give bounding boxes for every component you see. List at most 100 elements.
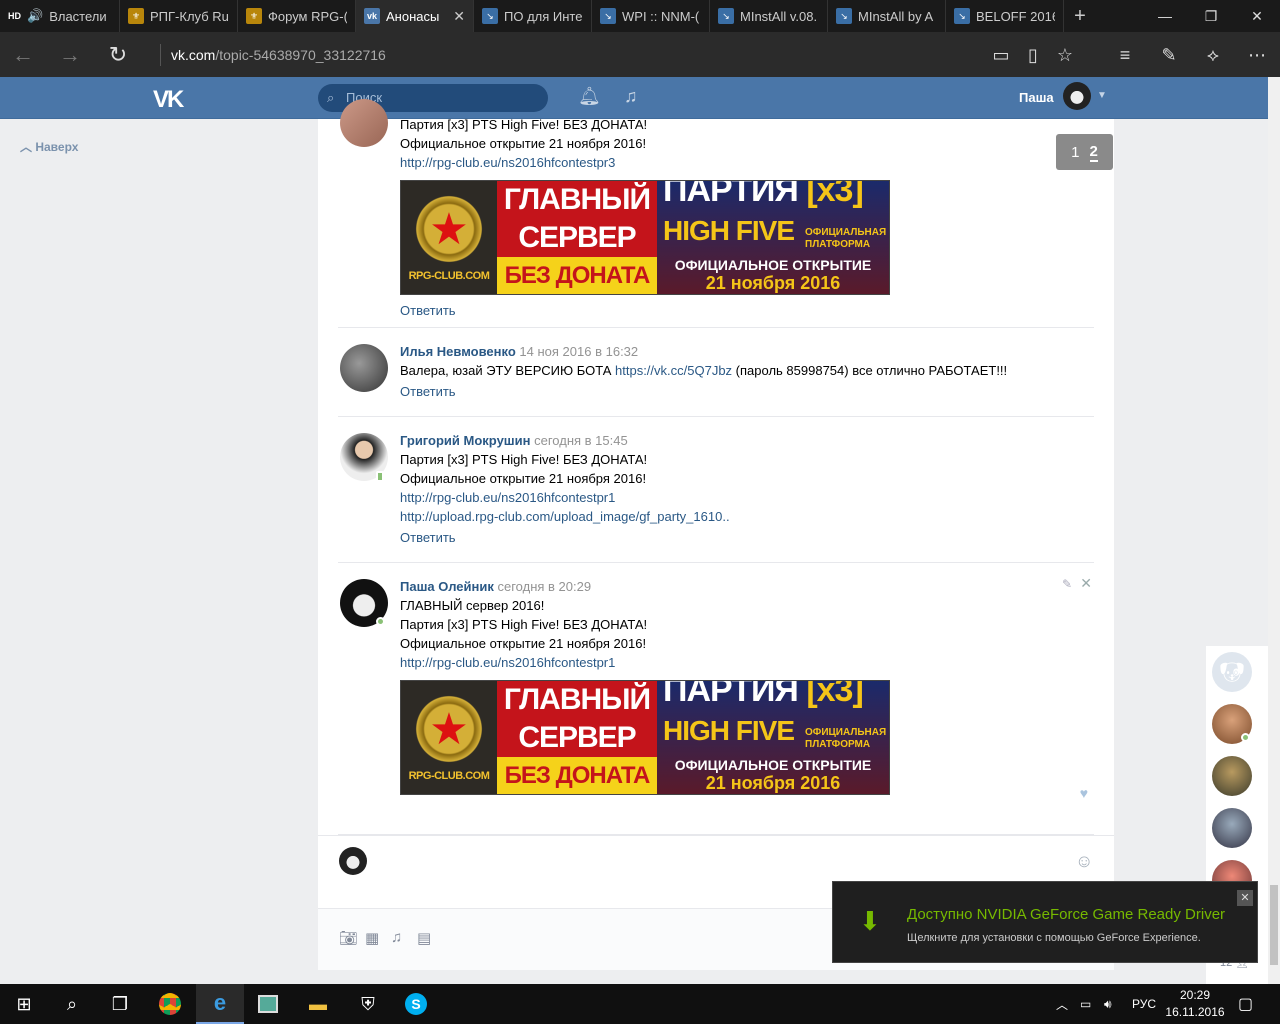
url-field[interactable]: vk.com/topic-54638970_33122716 xyxy=(160,44,920,66)
volume-icon[interactable]: 🔊︎ xyxy=(1104,984,1112,1024)
new-tab-button[interactable]: + xyxy=(1064,5,1096,28)
minimize-button[interactable]: — xyxy=(1142,0,1188,32)
skype-icon[interactable]: S xyxy=(392,984,440,1024)
chevron-down-icon[interactable]: ▼ xyxy=(1097,90,1107,101)
banner-line: СЕРВЕР xyxy=(518,221,636,254)
back-button[interactable]: ← xyxy=(8,40,38,70)
tab-title: MInstAll v.08. xyxy=(740,8,818,24)
browser-tab[interactable]: ↘ WPI :: NNM-( xyxy=(592,0,710,32)
emoji-icon[interactable]: ☺ xyxy=(1075,851,1093,872)
friend-avatar[interactable] xyxy=(1212,756,1252,796)
comment-link[interactable]: http://upload.rpg-club.com/upload_image/… xyxy=(400,507,1090,526)
app-window-icon[interactable] xyxy=(244,984,292,1024)
comment-link[interactable]: https://vk.cc/5Q7Jbz xyxy=(615,363,732,378)
reply-link[interactable]: Ответить xyxy=(400,301,1090,320)
browser-tab[interactable]: ↘ BELOFF 2016. xyxy=(946,0,1064,32)
tab-title: BELOFF 2016. xyxy=(976,8,1055,24)
comment-post: Партия [x3] PTS High Five! БЕЗ ДОНАТА! О… xyxy=(338,99,1094,328)
close-window-button[interactable]: ✕ xyxy=(1234,0,1280,32)
banner-date: 21 ноября 2016 xyxy=(705,773,841,793)
star-emblem-icon: ★ xyxy=(411,691,487,767)
camera-icon[interactable]: 📷︎ xyxy=(339,929,358,947)
reading-view-icon[interactable]: ▭ xyxy=(988,42,1014,68)
music-note-icon[interactable]: ♫ xyxy=(391,929,402,946)
star-emblem-icon: ★ xyxy=(411,191,487,267)
friend-avatar[interactable] xyxy=(1212,808,1252,848)
maximize-button[interactable]: ❐ xyxy=(1188,0,1234,32)
nvidia-notification[interactable]: ⬇ Доступно NVIDIA GeForce Game Ready Dri… xyxy=(832,881,1258,963)
comment-author[interactable]: Паша Олейник xyxy=(400,579,494,594)
book-icon[interactable]: ▯ xyxy=(1020,42,1046,68)
forward-button[interactable]: → xyxy=(55,40,85,70)
page-current[interactable]: 2 xyxy=(1089,143,1098,162)
app-shield-icon[interactable]: ⛨ xyxy=(344,984,392,1024)
hd-badge: HD xyxy=(8,11,21,21)
reply-link[interactable]: Ответить xyxy=(400,528,1090,547)
comment-author[interactable]: Григорий Мокрушин xyxy=(400,433,530,448)
web-note-icon[interactable]: ✎ xyxy=(1156,42,1182,68)
favorite-star-icon[interactable]: ☆ xyxy=(1052,42,1078,68)
download-icon: ↘ xyxy=(718,8,734,24)
chat-bot-icon[interactable]: 🐶︎ xyxy=(1212,652,1252,692)
tab-title: ПО для Инте xyxy=(504,8,583,24)
vk-logo[interactable]: VK xyxy=(153,86,184,114)
comment-link[interactable]: http://rpg-club.eu/ns2016hfcontestpr1 xyxy=(400,655,615,670)
promo-banner-image[interactable]: ★ RPG-CLUB.COM ГЛАВНЫЙ СЕРВЕР БЕЗ ДОНАТА … xyxy=(400,180,890,295)
share-icon[interactable]: ⟡ xyxy=(1200,42,1226,68)
comment-date[interactable]: сегодня в 15:45 xyxy=(534,433,628,448)
like-heart-icon[interactable]: ♥ xyxy=(1080,785,1088,801)
close-icon[interactable]: ✕ xyxy=(1237,890,1253,906)
avatar[interactable] xyxy=(340,99,388,147)
document-icon[interactable]: ▤ xyxy=(417,929,431,947)
comment-date[interactable]: сегодня в 20:29 xyxy=(497,579,591,594)
network-icon[interactable]: ▭ xyxy=(1080,984,1091,1024)
browser-tab-bar: HD 🔊 Властели ⚜ РПГ-Клуб Ru ⚜ Форум RPG-… xyxy=(0,0,1280,32)
banner-date: 21 ноября 2016 xyxy=(705,273,841,293)
start-button[interactable]: ⊞ xyxy=(0,984,48,1024)
refresh-button[interactable]: ↻ xyxy=(103,40,133,70)
avatar[interactable] xyxy=(340,344,388,392)
close-tab-icon[interactable]: ✕ xyxy=(453,8,465,25)
edge-icon[interactable]: e xyxy=(196,984,244,1024)
browser-tab[interactable]: ↘ MInstAll v.08. xyxy=(710,0,828,32)
page-link[interactable]: 1 xyxy=(1071,144,1079,161)
page-scrollbar[interactable] xyxy=(1268,77,1280,984)
promo-banner-image[interactable]: ★ RPG-CLUB.COM ГЛАВНЫЙ СЕРВЕР БЕЗ ДОНАТА … xyxy=(400,680,890,795)
notification-title: Доступно NVIDIA GeForce Game Ready Drive… xyxy=(907,906,1226,923)
language-indicator[interactable]: РУС xyxy=(1132,984,1156,1024)
more-icon[interactable]: ⋯ xyxy=(1244,42,1270,68)
comment-input[interactable] xyxy=(380,844,1060,878)
banner-line: ОФИЦИАЛЬНАЯ xyxy=(805,227,887,238)
scroll-up-link[interactable]: ︿ Наверх xyxy=(20,138,78,155)
browser-tab[interactable]: ⚜ Форум RPG-( xyxy=(238,0,356,32)
comment-link[interactable]: http://rpg-club.eu/ns2016hfcontestpr3 xyxy=(400,155,615,170)
browser-tab[interactable]: ↘ ПО для Инте xyxy=(474,0,592,32)
avatar xyxy=(339,847,367,875)
chrome-icon[interactable] xyxy=(146,984,194,1024)
url-domain: vk.com xyxy=(171,47,216,63)
comment-link[interactable]: http://rpg-club.eu/ns2016hfcontestpr1 xyxy=(400,488,1090,507)
vk-icon: vk xyxy=(364,8,380,24)
notification-center-icon[interactable]: ▢ xyxy=(1238,984,1253,1024)
clock[interactable]: 20:29 16.11.2016 xyxy=(1160,987,1230,1021)
address-bar: ← → ↻ vk.com/topic-54638970_33122716 ▭ ▯… xyxy=(0,32,1280,77)
video-icon[interactable]: ▦ xyxy=(365,929,379,947)
search-icon: ⌕ xyxy=(327,90,335,105)
banner-party-word: ПАРТИЯ xyxy=(663,180,799,209)
banner-main-text: ГЛАВНЫЙ СЕРВЕР xyxy=(497,181,657,257)
hub-icon[interactable]: ≡ xyxy=(1112,42,1138,68)
scrollbar-thumb[interactable] xyxy=(1270,885,1278,965)
tab-title: MInstAll by A xyxy=(858,8,934,24)
file-explorer-icon[interactable]: ▬ xyxy=(294,984,342,1024)
reply-link[interactable]: Ответить xyxy=(400,382,1090,401)
browser-tab[interactable]: HD 🔊 Властели xyxy=(0,0,120,32)
task-view-icon[interactable]: ❐ xyxy=(96,984,144,1024)
download-icon: ↘ xyxy=(600,8,616,24)
search-icon[interactable]: ⌕ xyxy=(48,984,96,1024)
browser-tab[interactable]: ⚜ РПГ-Клуб Ru xyxy=(120,0,238,32)
tray-chevron-icon[interactable]: ︿ xyxy=(1056,984,1068,1024)
comment-author[interactable]: Илья Невмовенко xyxy=(400,344,516,359)
comment-date[interactable]: 14 ноя 2016 в 16:32 xyxy=(519,344,638,359)
browser-tab-active[interactable]: vk Анонасы ✕ xyxy=(356,0,474,32)
browser-tab[interactable]: ↘ MInstAll by A xyxy=(828,0,946,32)
